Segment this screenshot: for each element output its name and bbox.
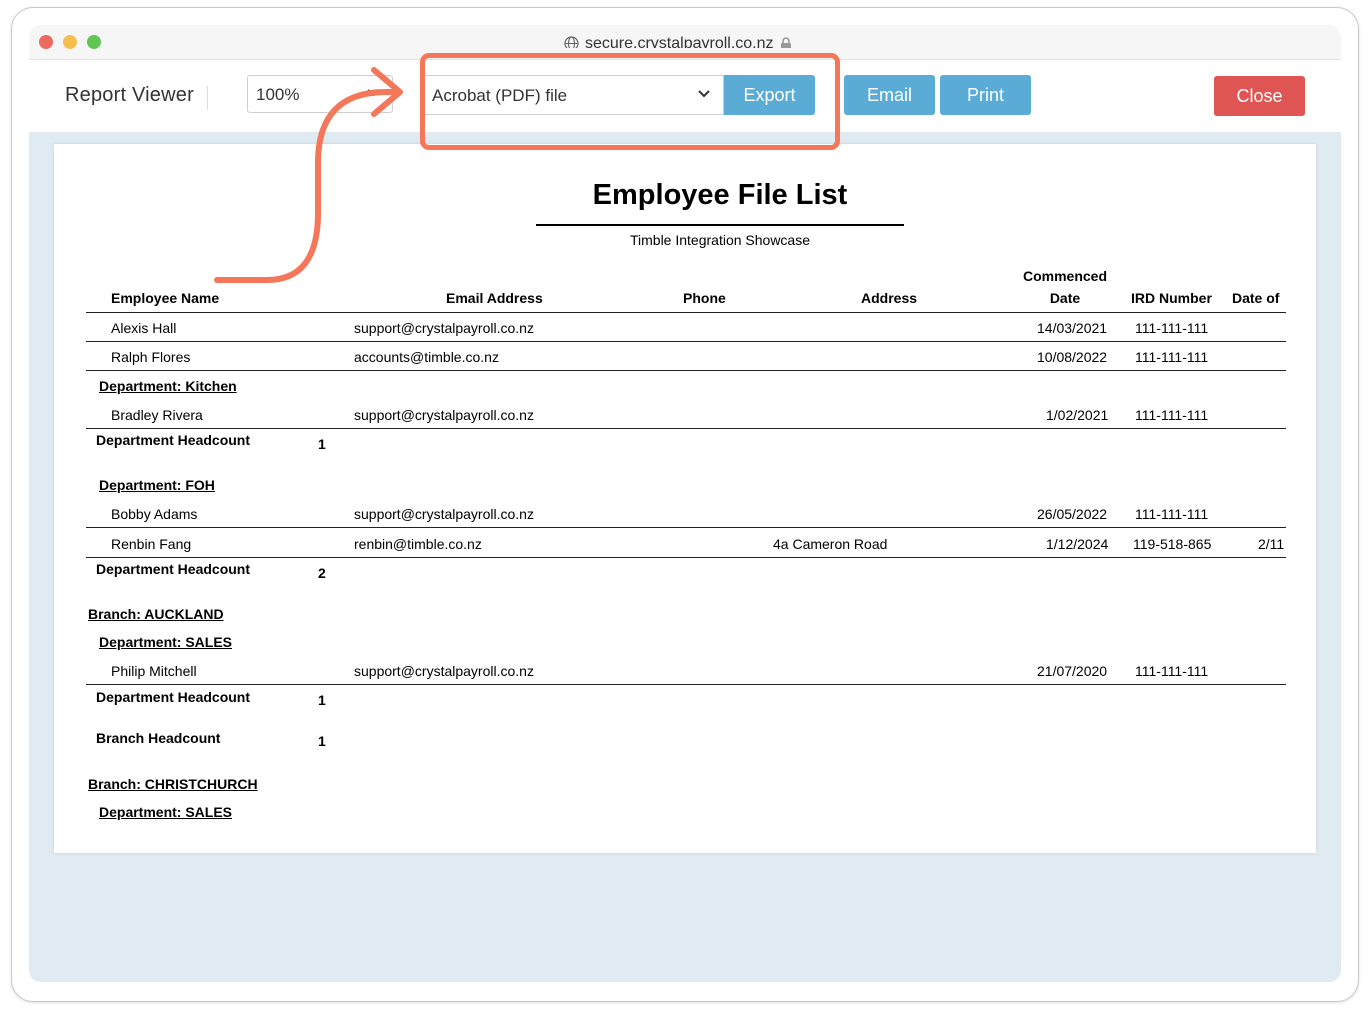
employee-email: support@crystalpayroll.co.nz: [354, 663, 534, 679]
branch-headcount-label: Branch Headcount: [96, 730, 221, 746]
department-heading: Department: Kitchen: [99, 378, 237, 394]
maximize-window-icon[interactable]: [87, 35, 101, 49]
commenced-date: 1/12/2024: [1046, 536, 1109, 552]
toolbar-divider: [207, 86, 208, 110]
commenced-date: 10/08/2022: [1037, 349, 1108, 365]
ird-number: 111-111-111: [1135, 663, 1209, 679]
report-subtitle: Timble Integration Showcase: [629, 232, 811, 248]
minimize-window-icon[interactable]: [63, 35, 77, 49]
header-rule: [86, 312, 1286, 313]
title-underline: [536, 224, 904, 226]
ird-number: 111-111-111: [1135, 320, 1209, 336]
row-rule: [86, 370, 1286, 371]
department-headcount-label: Department Headcount: [96, 689, 251, 705]
zoom-value: 100%: [256, 85, 300, 104]
chevron-down-icon: [367, 89, 379, 97]
commenced-date: 21/07/2020: [1037, 663, 1108, 679]
department-headcount-label: Department Headcount: [96, 432, 251, 448]
col-header-date-of: Date of: [1232, 290, 1280, 306]
report-viewer-area[interactable]: Employee File List Timble Integration Sh…: [29, 132, 1341, 982]
close-window-icon[interactable]: [39, 35, 53, 49]
employee-name: Bradley Rivera: [111, 407, 203, 423]
row-rule: [86, 428, 1286, 429]
row-rule: [86, 341, 1286, 342]
col-header-email: Email Address: [446, 290, 543, 306]
employee-name: Renbin Fang: [111, 536, 192, 552]
url-text: secure.crystalpayroll.co.nz: [585, 35, 774, 48]
email-button[interactable]: Email: [844, 75, 935, 115]
employee-email: support@crystalpayroll.co.nz: [354, 407, 534, 423]
employee-email: accounts@timble.co.nz: [354, 349, 499, 365]
branch-headcount-value: 1: [318, 733, 326, 749]
browser-window: secure.crystalpayroll.co.nz Report Viewe…: [11, 7, 1359, 1002]
department-heading: Department: SALES: [99, 634, 233, 650]
export-highlight-box: [420, 53, 840, 150]
report-page: Employee File List Timble Integration Sh…: [54, 144, 1316, 853]
col-header-address: Address: [861, 290, 918, 306]
close-button[interactable]: Close: [1214, 76, 1305, 116]
employee-name: Philip Mitchell: [111, 663, 197, 679]
globe-icon: [564, 36, 579, 48]
employee-name: Alexis Hall: [111, 320, 177, 336]
employee-name: Ralph Flores: [111, 349, 191, 365]
commenced-date: 26/05/2022: [1037, 506, 1108, 522]
col-header-commenced: Commenced: [1022, 268, 1108, 284]
branch-heading: Branch: CHRISTCHURCH: [88, 776, 258, 792]
ird-number: 119-518-865: [1133, 536, 1212, 552]
col-header-ird: IRD Number: [1131, 290, 1212, 306]
date-of-value: 2/11: [1258, 536, 1285, 552]
department-heading: Department: SALES: [99, 804, 233, 820]
department-headcount-value: 1: [318, 436, 326, 452]
department-heading: Department: FOH: [99, 477, 215, 493]
row-rule: [86, 684, 1286, 685]
print-button[interactable]: Print: [940, 75, 1031, 115]
employee-email: support@crystalpayroll.co.nz: [354, 320, 534, 336]
employee-email: renbin@timble.co.nz: [354, 536, 482, 552]
ird-number: 111-111-111: [1135, 506, 1209, 522]
zoom-select[interactable]: 100%: [247, 75, 393, 113]
department-headcount-value: 1: [318, 692, 326, 708]
department-headcount-value: 2: [318, 565, 326, 581]
col-header-employee-name: Employee Name: [111, 290, 220, 306]
row-rule: [86, 527, 1286, 528]
address-bar[interactable]: secure.crystalpayroll.co.nz: [564, 33, 792, 48]
employee-address: 4a Cameron Road: [773, 536, 888, 552]
lock-icon: [780, 36, 792, 48]
commenced-date: 1/02/2021: [1046, 407, 1109, 423]
report-title: Employee File List: [592, 179, 848, 211]
employee-name: Bobby Adams: [111, 506, 198, 522]
col-header-commenced-date: Date: [1049, 290, 1081, 306]
ird-number: 111-111-111: [1135, 349, 1209, 365]
col-header-phone: Phone: [683, 290, 726, 306]
employee-email: support@crystalpayroll.co.nz: [354, 506, 534, 522]
ird-number: 111-111-111: [1135, 407, 1209, 423]
row-rule: [86, 557, 1286, 558]
branch-heading: Branch: AUCKLAND: [88, 606, 224, 622]
commenced-date: 14/03/2021: [1037, 320, 1108, 336]
app-title: Report Viewer: [65, 84, 194, 106]
department-headcount-label: Department Headcount: [96, 561, 251, 577]
